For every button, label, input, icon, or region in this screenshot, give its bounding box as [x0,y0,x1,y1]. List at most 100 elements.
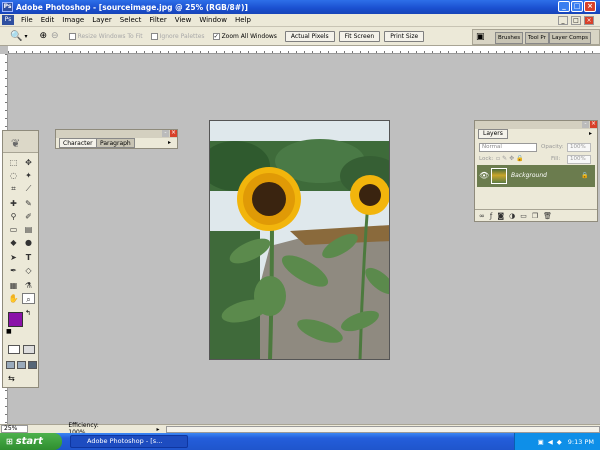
close-button[interactable]: × [584,1,596,12]
zoom-tool-icon[interactable]: 🔍 [10,31,22,42]
blur-tool-icon[interactable]: ◆ [7,237,20,248]
lasso-tool-icon[interactable]: ◌ [7,170,20,181]
tab-brushes[interactable]: Brushes [495,32,524,44]
menu-view[interactable]: View [171,16,196,24]
layer-name[interactable]: Background [511,172,547,179]
layer-row-background[interactable]: 👁 Background 🔒 [477,165,595,187]
shape-tool-icon[interactable]: ◇ [22,265,35,276]
marquee-tool-icon[interactable]: ⬚ [7,157,20,168]
history-brush-icon[interactable]: ✐ [22,211,35,222]
notes-tool-icon[interactable]: ▦ [7,280,20,291]
horizontal-ruler[interactable] [8,46,600,54]
eyedropper-icon[interactable]: ⚗ [22,280,35,291]
standard-mode-icon[interactable] [8,345,20,354]
zoom-out-icon[interactable]: ⊖ [51,31,59,41]
tab-layers[interactable]: Layers [478,129,508,139]
fill-field[interactable]: 100% [567,155,591,164]
fit-screen-button[interactable]: Fit Screen [338,30,381,42]
layers-close-icon[interactable]: × [590,121,597,128]
character-palette-header[interactable] [56,130,177,138]
fill-label: Fill: [551,156,561,162]
menu-select[interactable]: Select [116,16,146,24]
layer-mask-icon[interactable]: ◙ [497,212,504,220]
blend-mode-select[interactable]: Normal [479,143,537,152]
swap-colors-icon[interactable]: ↰ [25,309,31,317]
tray-icon-security[interactable]: ◆ [557,438,562,446]
zoom-tool-icon[interactable]: ⌕ [22,293,35,304]
new-group-icon[interactable]: ▭ [520,212,527,220]
screen-mode-full-icon[interactable] [28,361,37,369]
taskbar-photoshop[interactable]: Adobe Photoshop - [s... [70,435,188,448]
toolbox-header[interactable]: ❦ [3,131,38,153]
new-layer-icon[interactable]: ❐ [532,212,538,220]
eraser-tool-icon[interactable]: ▭ [7,224,20,235]
visibility-eye-icon[interactable]: 👁 [479,171,489,180]
pen-tool-icon[interactable]: ✒ [7,265,20,276]
minimize-button[interactable]: _ [558,1,570,12]
dodge-tool-icon[interactable]: ● [22,237,35,248]
tab-paragraph[interactable]: Paragraph [96,138,135,148]
layers-minimize-icon[interactable]: - [582,121,589,128]
menu-window[interactable]: Window [195,16,231,24]
delete-layer-icon[interactable]: 🗑 [543,212,552,220]
path-selection-icon[interactable]: ➤ [7,252,20,263]
crop-tool-icon[interactable]: ⌗ [7,183,20,194]
tab-character[interactable]: Character [59,138,97,148]
adjustment-layer-icon[interactable]: ◑ [509,212,515,220]
zoom-level-field[interactable]: 25% [1,425,29,433]
actual-pixels-button[interactable]: Actual Pixels [284,30,335,42]
menu-help[interactable]: Help [231,16,255,24]
healing-brush-icon[interactable]: ✚ [7,198,20,209]
link-layers-icon[interactable]: ∞ [479,212,485,220]
doc-minimize-button[interactable]: _ [558,16,568,25]
move-tool-icon[interactable]: ✥ [22,157,35,168]
maximize-button[interactable]: □ [571,1,583,12]
layers-menu-icon[interactable]: ▸ [589,130,592,137]
screen-mode-full-menu-icon[interactable] [17,361,26,369]
brush-tool-icon[interactable]: ✎ [22,198,35,209]
tab-layer-comps[interactable]: Layer Comps [549,32,592,44]
character-close-icon[interactable]: × [170,130,177,137]
menu-layer[interactable]: Layer [88,16,116,24]
slice-tool-icon[interactable]: ⟋ [22,183,35,194]
hand-tool-icon[interactable]: ✋ [7,293,20,304]
lock-icons[interactable]: ▫✎✥🔒 [496,155,526,162]
doc-restore-button[interactable]: □ [571,16,581,25]
blend-mode-value: Normal [482,144,502,150]
quick-mask-icon[interactable] [23,345,35,354]
status-menu-icon[interactable]: ▸ [156,426,159,433]
horizontal-scrollbar[interactable] [165,425,600,433]
zoom-all-checkbox[interactable]: ✓ Zoom All Windows [212,32,277,40]
print-size-button[interactable]: Print Size [384,30,425,42]
document-menu-icon[interactable]: Ps [2,15,14,25]
tab-tool-presets[interactable]: Tool Pr [525,32,549,44]
start-button[interactable]: ⊞ start [0,433,62,450]
layer-style-icon[interactable]: ƒ [490,212,492,220]
tray-icon-network[interactable]: ▣ [538,438,544,446]
default-colors-icon[interactable]: ■ [6,328,12,335]
resize-windows-checkbox[interactable]: Resize Windows To Fit [68,32,143,40]
menu-edit[interactable]: Edit [37,16,59,24]
zoom-in-icon[interactable]: ⊕ [39,31,47,41]
doc-close-button[interactable]: × [584,16,594,25]
layers-palette-header[interactable] [475,121,597,129]
type-tool-icon[interactable]: T [22,252,35,263]
tray-icon-volume[interactable]: ◀ [548,438,553,446]
gradient-tool-icon[interactable]: ▤ [22,224,35,235]
jump-to-imageready-icon[interactable]: ⇆ [8,374,15,383]
opacity-field[interactable]: 100% [567,143,591,152]
menu-image[interactable]: Image [58,16,88,24]
sunflower-image[interactable] [209,120,390,360]
palette-menu-icon[interactable]: ▸ [168,139,171,146]
ignore-palettes-checkbox[interactable]: Ignore Palettes [150,32,205,40]
file-browser-icon[interactable]: ▣ [476,32,485,42]
character-minimize-icon[interactable]: - [162,130,169,137]
magic-wand-icon[interactable]: ✦ [22,170,35,181]
clone-stamp-icon[interactable]: ⚲ [7,211,20,222]
menu-file[interactable]: File [17,16,37,24]
menu-filter[interactable]: Filter [145,16,170,24]
ignore-palettes-label: Ignore Palettes [159,32,205,40]
foreground-color-swatch[interactable] [8,312,23,327]
screen-mode-standard-icon[interactable] [6,361,15,369]
tool-preset-dropdown-icon[interactable]: ▾ [24,33,27,40]
